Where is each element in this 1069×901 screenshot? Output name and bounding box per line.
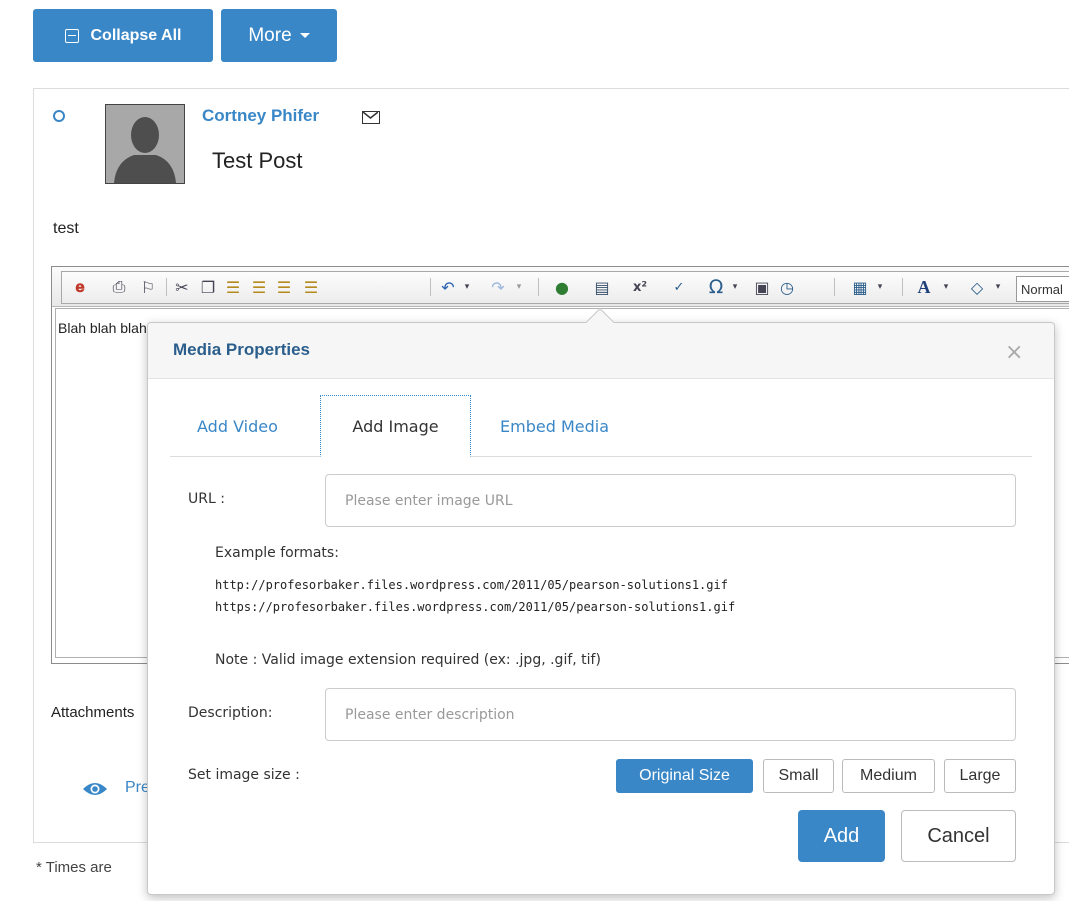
description-input[interactable]: Please enter description: [325, 688, 1016, 741]
more-button[interactable]: More: [221, 9, 337, 62]
collapse-all-button[interactable]: Collapse All: [33, 9, 213, 62]
size-original-button[interactable]: Original Size: [616, 759, 753, 793]
superscript-icon[interactable]: x²: [629, 276, 651, 298]
font-color-icon[interactable]: A: [913, 276, 935, 298]
select-radio[interactable]: [53, 110, 65, 122]
example-url-http: http://profesorbaker.files.wordpress.com…: [215, 578, 728, 592]
add-button[interactable]: Add: [798, 810, 885, 862]
more-label: More: [248, 24, 292, 46]
example-formats-heading: Example formats:: [215, 545, 339, 561]
print-icon[interactable]: ⎙: [108, 276, 130, 298]
size-medium-button[interactable]: Medium: [842, 759, 935, 793]
paste-word-icon[interactable]: ☰: [273, 276, 295, 298]
highlight-dropdown-icon[interactable]: ▾: [987, 276, 1009, 298]
close-icon[interactable]: ×: [1005, 342, 1023, 364]
table-icon[interactable]: ▦: [849, 276, 871, 298]
cancel-button[interactable]: Cancel: [901, 810, 1016, 862]
media-icon[interactable]: ▤: [591, 276, 613, 298]
tab-add-image[interactable]: Add Image: [320, 395, 471, 457]
example-url-https: https://profesorbaker.files.wordpress.co…: [215, 600, 736, 614]
avatar-silhouette-icon: [106, 105, 184, 183]
post-title: Test Post: [212, 148, 303, 173]
redo-icon[interactable]: ↷: [487, 276, 509, 298]
avatar: [105, 104, 185, 184]
dialog-title: Media Properties: [173, 340, 310, 359]
description-label: Description:: [188, 705, 273, 721]
format-select[interactable]: Normal: [1016, 276, 1069, 302]
collapse-icon: [64, 28, 79, 43]
clock-icon[interactable]: ◷: [776, 276, 798, 298]
envelope-icon[interactable]: [362, 111, 380, 124]
find-icon[interactable]: ⚐: [137, 276, 159, 298]
author-link[interactable]: Cortney Phifer: [202, 106, 319, 126]
attachments-label: Attachments: [51, 704, 135, 721]
post-body: test: [53, 220, 79, 237]
size-small-button[interactable]: Small: [763, 759, 834, 793]
redo-dropdown-icon[interactable]: ▾: [508, 276, 530, 298]
url-input[interactable]: Please enter image URL: [325, 474, 1016, 527]
special-char-dropdown-icon[interactable]: ▾: [724, 276, 746, 298]
tab-embed-media[interactable]: Embed Media: [500, 395, 650, 457]
tab-add-video[interactable]: Add Video: [197, 395, 307, 457]
font-color-dropdown-icon[interactable]: ▾: [935, 276, 957, 298]
highlight-icon[interactable]: ◇: [966, 276, 988, 298]
paste-text-icon[interactable]: ☰: [248, 276, 270, 298]
table-dropdown-icon[interactable]: ▾: [869, 276, 891, 298]
editor-content-text: Blah blah blah: [58, 320, 147, 336]
image-size-label: Set image size :: [188, 767, 300, 783]
paste-special-icon[interactable]: ☰: [300, 276, 322, 298]
extension-note: Note : Valid image extension required (e…: [215, 652, 601, 668]
copy-icon[interactable]: ❐: [197, 276, 219, 298]
size-large-button[interactable]: Large: [944, 759, 1016, 793]
source-icon[interactable]: 𝐞: [69, 276, 91, 298]
undo-dropdown-icon[interactable]: ▾: [456, 276, 478, 298]
link-icon[interactable]: ●: [551, 276, 573, 298]
cut-icon[interactable]: ✂: [171, 276, 193, 298]
spellcheck-icon[interactable]: ✓: [668, 276, 690, 298]
paste-icon[interactable]: ☰: [222, 276, 244, 298]
caret-down-icon: [299, 33, 310, 38]
template-icon[interactable]: ▣: [751, 276, 773, 298]
collapse-all-label: Collapse All: [90, 26, 182, 44]
url-label: URL :: [188, 491, 225, 507]
footnote: * Times are: [36, 859, 112, 876]
eye-icon[interactable]: [82, 781, 108, 797]
